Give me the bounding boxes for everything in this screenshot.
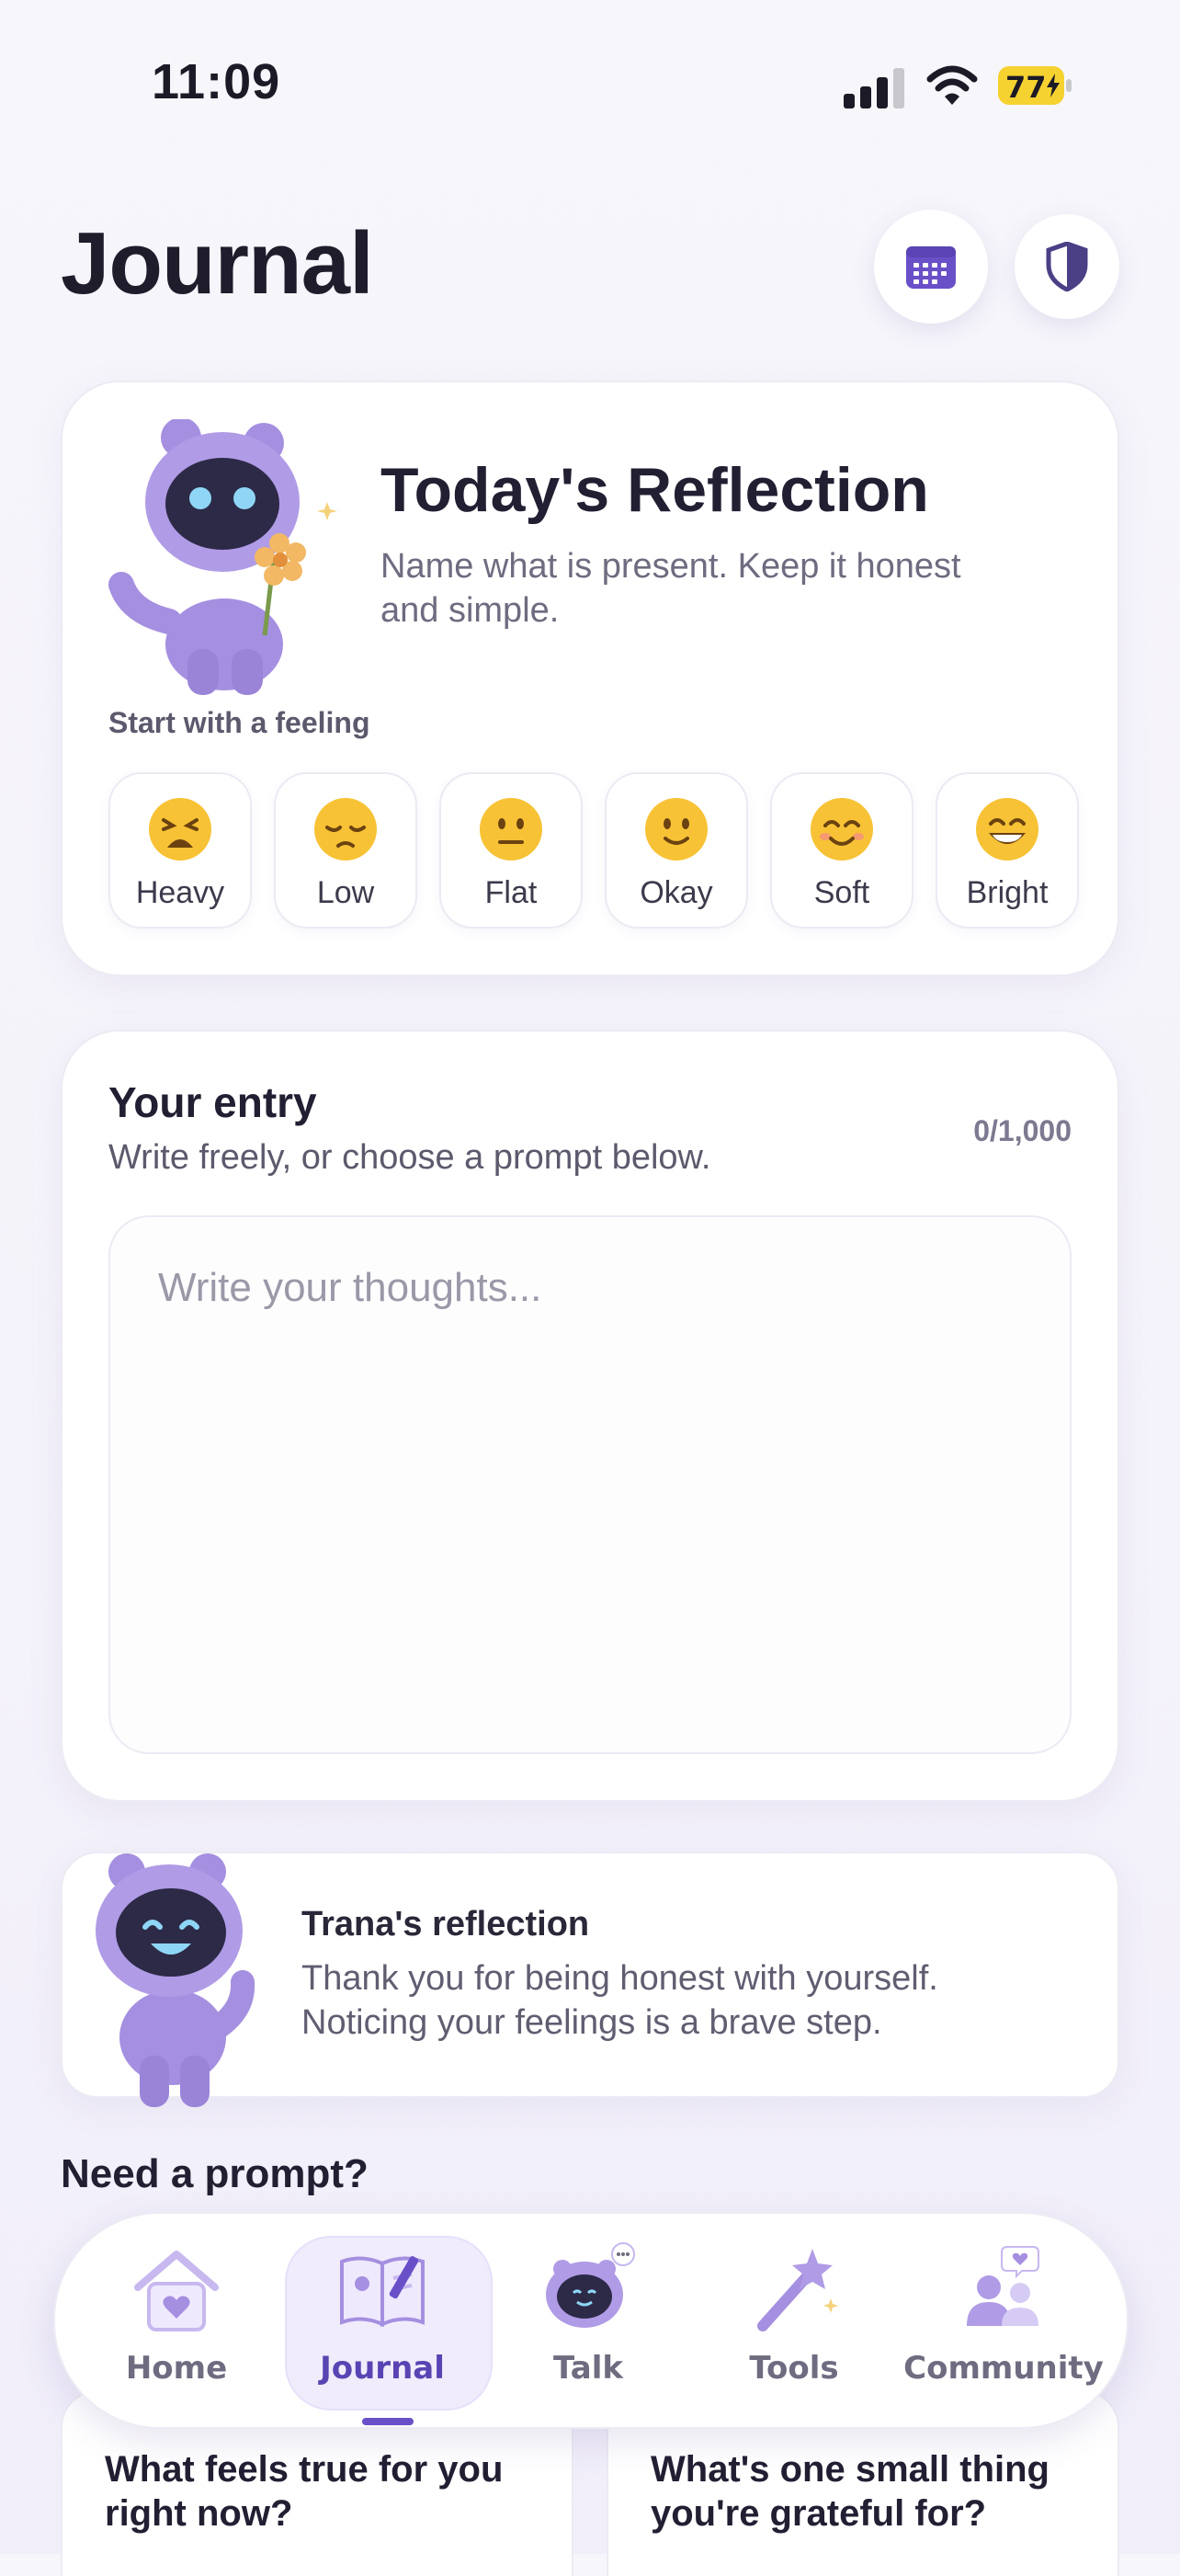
status-time: 11:09 (152, 54, 281, 109)
calendar-icon (906, 246, 956, 289)
feeling-low-button[interactable]: Low (274, 772, 417, 929)
trana-title: Trana's reflection (301, 1905, 590, 1943)
smiling-face-icon (811, 798, 873, 861)
active-tab-indicator (362, 2418, 414, 2425)
prompt-heading: Need a prompt? (61, 2151, 369, 2196)
textarea-placeholder: Write your thoughts... (158, 1265, 542, 1310)
magic-wand-icon (757, 2249, 838, 2331)
mascot-with-flower-icon (108, 419, 337, 695)
trana-text-line2: Noticing your feelings is a brave step. (301, 2003, 882, 2042)
wifi-icon (926, 65, 978, 105)
feeling-options: Heavy Low Flat Okay Soft Bright (108, 772, 1079, 929)
shield-icon (1046, 242, 1088, 291)
calendar-button[interactable] (874, 210, 988, 324)
feeling-bright-button[interactable]: Bright (936, 772, 1079, 929)
reflection-card: Today's Reflection Name what is present.… (61, 381, 1119, 976)
trana-text-line1: Thank you for being honest with yourself… (301, 1959, 938, 1998)
community-icon (967, 2246, 1039, 2326)
reflection-subtitle-line2: and simple. (380, 591, 560, 630)
slight-smile-icon (645, 798, 708, 861)
reflection-subtitle-line1: Name what is present. Keep it honest (380, 547, 961, 586)
charging-bolt-icon (1047, 74, 1060, 97)
tab-talk[interactable]: Talk (485, 2214, 691, 2427)
trana-mascot-icon (96, 1853, 255, 2107)
feeling-okay-button[interactable]: Okay (605, 772, 748, 929)
cellular-signal-icon (844, 68, 904, 108)
tab-tools[interactable]: Tools (691, 2214, 897, 2427)
reflection-title: Today's Reflection (380, 455, 929, 525)
pensive-face-icon (314, 798, 377, 861)
talk-robot-icon (546, 2242, 635, 2328)
character-count: 0/1,000 (973, 1114, 1072, 1147)
journal-entry-textarea[interactable]: Write your thoughts... (108, 1215, 1072, 1754)
feeling-flat-button[interactable]: Flat (439, 772, 583, 929)
feeling-heavy-button[interactable]: Heavy (108, 772, 252, 929)
neutral-face-icon (480, 798, 542, 861)
feeling-soft-button[interactable]: Soft (770, 772, 913, 929)
privacy-shield-button[interactable] (1015, 214, 1119, 319)
tab-home[interactable]: Home (74, 2214, 279, 2427)
feeling-label: Start with a feeling (108, 706, 370, 739)
battery-indicator: 77 (998, 66, 1073, 105)
bottom-tab-bar: Home Journal Talk Tools Community (53, 2212, 1129, 2429)
entry-title: Your entry (108, 1078, 317, 1126)
journal-icon (340, 2256, 425, 2328)
tab-journal[interactable]: Journal (279, 2214, 493, 2427)
tired-face-icon (149, 798, 211, 861)
entry-subtitle: Write freely, or choose a prompt below. (108, 1138, 711, 1177)
tab-community[interactable]: Community (901, 2214, 1106, 2427)
grinning-face-icon (976, 798, 1038, 861)
page-title: Journal (61, 214, 374, 313)
home-icon (134, 2251, 219, 2331)
